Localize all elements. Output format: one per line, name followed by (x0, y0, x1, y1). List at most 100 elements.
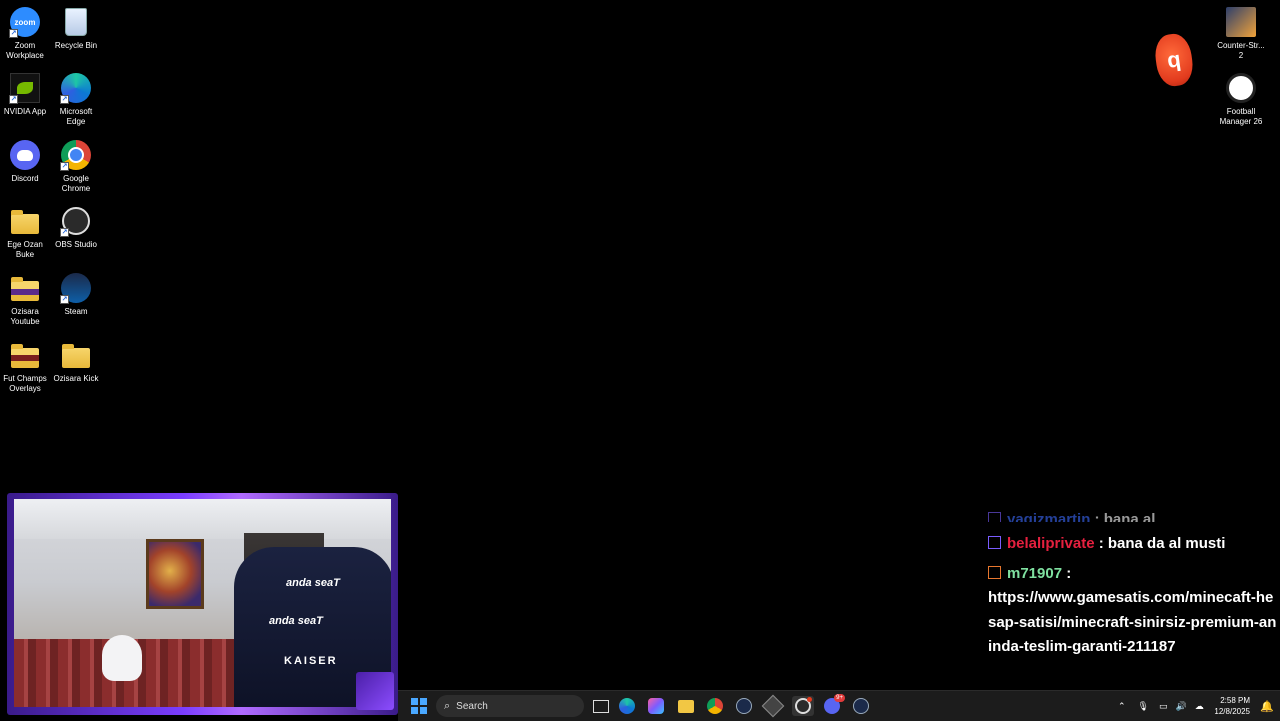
desktop-icon-label: Counter-Str... 2 (1217, 41, 1265, 60)
stream-chat: yagizmartin : bana al belaliprivate : ba… (988, 508, 1278, 660)
steam-icon (736, 698, 752, 714)
folder-icon (9, 205, 41, 237)
desktop-icon-label: OBS Studio (55, 240, 97, 249)
taskbar-file-explorer[interactable] (675, 696, 697, 716)
folder-icon (9, 272, 41, 304)
desktop-icon-obs[interactable]: ↗ OBS Studio (51, 205, 101, 250)
copilot-icon (648, 698, 664, 714)
chat-message: m71907 : https://www.gamesatis.com/minec… (988, 562, 1278, 660)
desktop-icon-label: Recycle Bin (54, 41, 98, 50)
shortcut-arrow-icon: ↗ (60, 228, 69, 237)
chat-message: belaliprivate : bana da al musti (988, 532, 1278, 557)
taskbar-obs[interactable] (792, 696, 814, 716)
shortcut-arrow-icon: ↗ (60, 95, 69, 104)
notification-button[interactable]: 🔔 (1256, 696, 1278, 716)
chat-username: belaliprivate (1007, 535, 1095, 552)
taskbar: ⌕ Search 9+ ⌃ 🎙 ▭ 🔊 ☁ 2:58 PM 12/8/2025 … (398, 690, 1280, 721)
desktop-icon-discord[interactable]: Discord (0, 139, 50, 184)
edge-icon: ↗ (60, 72, 92, 104)
edge-icon (619, 698, 635, 714)
chat-text: : bana al (1094, 511, 1156, 522)
chevron-up-icon[interactable]: ⌃ (1118, 701, 1126, 712)
discord-icon (9, 139, 41, 171)
desktop-icon-label: Microsoft Edge (59, 107, 93, 126)
obs-icon: ↗ (60, 205, 92, 237)
webcam-feed: anda seaT anda seaT KAISER (14, 499, 391, 707)
desktop-icon-ozisara-youtube[interactable]: Ozisara Youtube (0, 272, 50, 327)
desktop-icon-label: Ozisara Kick (53, 374, 99, 383)
desktop-icon-football-manager[interactable]: Football Manager 26 (1216, 72, 1266, 127)
task-view-icon (593, 699, 609, 713)
shortcut-arrow-icon: ↗ (9, 95, 18, 104)
desktop-icon-zoom[interactable]: zoom ↗ Zoom Workplace (0, 6, 50, 61)
folder-icon (9, 339, 41, 371)
chat-link-text: https://www.gamesatis.com/minecaft-hesap… (988, 589, 1277, 655)
football-manager-icon (1225, 72, 1257, 104)
clock-date: 12/8/2025 (1214, 707, 1250, 716)
start-button[interactable] (408, 696, 430, 716)
subscriber-badge-icon (988, 536, 1001, 549)
task-view-button[interactable] (590, 696, 612, 716)
webcam-painting (146, 539, 204, 609)
network-icon[interactable]: ▭ (1159, 701, 1168, 712)
zoom-icon: zoom ↗ (9, 6, 41, 38)
taskbar-copilot[interactable] (645, 696, 667, 716)
subscriber-badge-icon (988, 565, 1001, 579)
taskbar-steam-2[interactable] (850, 696, 872, 716)
webcam-plush (102, 635, 142, 681)
subscriber-badge-icon (988, 512, 1001, 522)
search-icon: ⌕ (444, 699, 451, 712)
taskbar-chrome[interactable] (704, 696, 726, 716)
taskbar-edge[interactable] (616, 696, 638, 716)
desktop-icon-label: Football Manager 26 (1219, 107, 1263, 126)
microphone-icon[interactable]: 🎙 (1138, 701, 1149, 712)
chrome-icon (707, 698, 723, 714)
chair-brand-text: anda seaT (286, 577, 340, 589)
shortcut-arrow-icon: ↗ (60, 162, 69, 171)
desktop-icon-edge[interactable]: ↗ Microsoft Edge (51, 72, 101, 127)
webcam-ceiling (14, 499, 391, 539)
app-icon (761, 694, 785, 718)
desktop-icon-label: Google Chrome (61, 174, 91, 193)
desktop-icon-fut-champs-overlays[interactable]: Fut Champs Overlays (0, 339, 50, 394)
nvidia-icon: ↗ (9, 72, 41, 104)
stream-overlay-badge: q (1152, 31, 1196, 89)
chat-username: m71907 (1007, 564, 1063, 582)
chair-brand-text-2: anda seaT (269, 615, 323, 627)
taskbar-search[interactable]: ⌕ Search (436, 695, 584, 717)
chair-model-text: KAISER (284, 655, 338, 667)
desktop-icon-label: Steam (64, 307, 88, 316)
taskbar-clock[interactable]: 2:58 PM 12/8/2025 (1214, 695, 1250, 717)
search-placeholder: Search (456, 700, 488, 712)
taskbar-discord[interactable]: 9+ (821, 694, 845, 716)
desktop-icon-nvidia[interactable]: ↗ NVIDIA App (0, 72, 50, 117)
recording-dot-icon (807, 697, 812, 702)
chat-text: : bana da al musti (1098, 535, 1226, 552)
shortcut-arrow-icon: ↗ (9, 29, 18, 38)
battery-icon[interactable]: ☁ (1195, 701, 1204, 712)
desktop-icon-chrome[interactable]: ↗ Google Chrome (51, 139, 101, 194)
chat-message: yagizmartin : bana al (988, 508, 1278, 522)
chrome-icon: ↗ (60, 139, 92, 171)
shortcut-arrow-icon: ↗ (60, 295, 69, 304)
desktop-icon-label: Fut Champs Overlays (3, 374, 47, 393)
counter-strike-icon (1225, 6, 1257, 38)
bell-icon: 🔔 (1260, 700, 1274, 713)
notification-badge: 9+ (834, 694, 845, 702)
chat-username: yagizmartin (1007, 511, 1091, 522)
recycle-bin-icon (60, 6, 92, 38)
streamer-logo-icon (356, 672, 394, 710)
desktop-icon-ege-ozan-buke[interactable]: Ege Ozan Buke (0, 205, 50, 260)
desktop-icon-steam[interactable]: ↗ Steam (51, 272, 101, 317)
steam-icon: ↗ (60, 272, 92, 304)
desktop-icon-counter-strike[interactable]: Counter-Str... 2 (1216, 6, 1266, 61)
taskbar-app[interactable] (761, 694, 785, 718)
desktop-icon-ozisara-kick[interactable]: Ozisara Kick (51, 339, 101, 384)
volume-icon[interactable]: 🔊 (1176, 701, 1187, 712)
desktop-icon-recycle-bin[interactable]: Recycle Bin (51, 6, 101, 51)
desktop-icon-label: Ozisara Youtube (10, 307, 40, 326)
chat-text: : (1066, 564, 1072, 582)
desktop-icon-label: NVIDIA App (3, 107, 47, 116)
taskbar-steam[interactable] (733, 696, 755, 716)
steam-icon (853, 698, 869, 714)
